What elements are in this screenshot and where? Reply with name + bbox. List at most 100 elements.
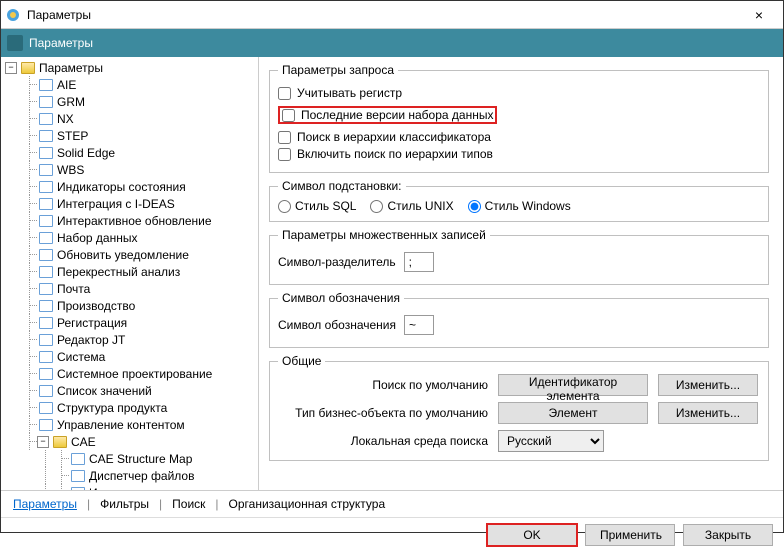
symbol-group: Символ обозначения Символ обозначения: [269, 291, 769, 348]
folder-icon: [71, 470, 85, 482]
tree-node[interactable]: Список значений: [5, 382, 258, 399]
checkbox-types[interactable]: Включить поиск по иерархии типов: [278, 147, 760, 161]
tree-node-label: NX: [57, 112, 74, 126]
folder-icon: [39, 198, 53, 210]
bo-type-button[interactable]: Элемент: [498, 402, 648, 424]
checkbox-types-input[interactable]: [278, 148, 291, 161]
tree-node[interactable]: Solid Edge: [5, 144, 258, 161]
checkbox-case-input[interactable]: [278, 87, 291, 100]
tree-node[interactable]: CAE Structure Map: [5, 450, 258, 467]
folder-icon: [39, 334, 53, 346]
tree-node[interactable]: Почта: [5, 280, 258, 297]
checkbox-latest-input[interactable]: [282, 109, 295, 122]
tree-cae-label: CAE: [71, 435, 96, 449]
bottom-tabs: Параметры| Фильтры| Поиск| Организационн…: [1, 490, 783, 517]
tree-node[interactable]: Системное проектирование: [5, 365, 258, 382]
folder-icon: [39, 79, 53, 91]
folder-icon: [39, 283, 53, 295]
tree-node[interactable]: NX: [5, 110, 258, 127]
close-button[interactable]: Закрыть: [683, 524, 773, 546]
tree-node-label: Обновить уведомление: [57, 248, 189, 262]
checkbox-classifier[interactable]: Поиск в иерархии классификатора: [278, 130, 760, 144]
symbol-legend: Символ обозначения: [278, 291, 404, 305]
sep-input[interactable]: [404, 252, 434, 272]
tree-node[interactable]: AIE: [5, 76, 258, 93]
checkbox-classifier-input[interactable]: [278, 131, 291, 144]
general-legend: Общие: [278, 354, 325, 368]
tree-node[interactable]: Управление контентом: [5, 416, 258, 433]
tree-node[interactable]: Набор данных: [5, 229, 258, 246]
tree-node-label: Интерактивное обновление: [57, 214, 212, 228]
tree-node[interactable]: Интеграция с I-DEAS: [5, 195, 258, 212]
tree-node-label: Диспетчер файлов: [89, 469, 194, 483]
folder-icon: [39, 317, 53, 329]
subheader-title: Параметры: [29, 36, 93, 50]
tab-org[interactable]: Организационная структура: [227, 497, 388, 511]
multi-legend: Параметры множественных записей: [278, 228, 490, 242]
window-title: Параметры: [27, 8, 739, 22]
tree-node[interactable]: WBS: [5, 161, 258, 178]
checkbox-latest[interactable]: Последние версии набора данных: [278, 106, 497, 124]
app-icon: [5, 7, 21, 23]
tree-node[interactable]: Производство: [5, 297, 258, 314]
folder-icon: [21, 62, 35, 74]
tree-root-node[interactable]: − Параметры: [5, 59, 258, 76]
close-button[interactable]: ×: [739, 7, 779, 23]
tree-node[interactable]: Редактор JT: [5, 331, 258, 348]
apply-button[interactable]: Применить: [585, 524, 675, 546]
tree-node-cae[interactable]: − CAE: [5, 433, 258, 450]
tree-scroll[interactable]: − Параметры AIEGRM NXSTEP Solid EdgeWBSИнд…: [1, 57, 258, 490]
symbol-label: Символ обозначения: [278, 318, 396, 332]
tree-node[interactable]: Регистрация: [5, 314, 258, 331]
collapse-icon[interactable]: −: [5, 62, 17, 74]
change-bo-button[interactable]: Изменить...: [658, 402, 758, 424]
tab-search[interactable]: Поиск: [170, 497, 207, 511]
tree-node[interactable]: Перекрестный анализ: [5, 263, 258, 280]
tree-node-label: Набор данных: [57, 231, 137, 245]
tree-node[interactable]: Инспектор: [5, 484, 258, 490]
tab-filters[interactable]: Фильтры: [98, 497, 151, 511]
tab-params[interactable]: Параметры: [11, 497, 79, 511]
query-params-group: Параметры запроса Учитывать регистр Посл…: [269, 63, 769, 173]
checkbox-latest-label: Последние версии набора данных: [301, 108, 493, 122]
tree-node-label: Редактор JT: [57, 333, 125, 347]
locale-select[interactable]: Русский: [498, 430, 604, 452]
ok-button[interactable]: OK: [487, 524, 577, 546]
gear-icon: [7, 35, 23, 51]
collapse-icon[interactable]: −: [37, 436, 49, 448]
query-legend: Параметры запроса: [278, 63, 398, 77]
tree-node[interactable]: Система: [5, 348, 258, 365]
wildcard-legend: Символ подстановки:: [278, 179, 406, 193]
tree-node[interactable]: Обновить уведомление: [5, 246, 258, 263]
tree-node-label: Производство: [57, 299, 135, 313]
symbol-input[interactable]: [404, 315, 434, 335]
locale-label: Локальная среда поиска: [278, 434, 488, 448]
folder-icon: [71, 453, 85, 465]
folder-icon: [39, 419, 53, 431]
default-search-button[interactable]: Идентификатор элемента: [498, 374, 648, 396]
radio-sql[interactable]: Стиль SQL: [278, 199, 356, 213]
tree-node[interactable]: Структура продукта: [5, 399, 258, 416]
folder-icon: [39, 113, 53, 125]
tree-node-label: Список значений: [57, 384, 152, 398]
tree-node-label: Системное проектирование: [57, 367, 212, 381]
folder-icon: [71, 487, 85, 491]
radio-unix[interactable]: Стиль UNIX: [370, 199, 453, 213]
change-search-button[interactable]: Изменить...: [658, 374, 758, 396]
right-pane: Параметры запроса Учитывать регистр Посл…: [259, 57, 783, 490]
tree-node-label: Solid Edge: [57, 146, 115, 160]
tree-node[interactable]: Индикаторы состояния: [5, 178, 258, 195]
folder-icon: [39, 164, 53, 176]
tree-node[interactable]: STEP: [5, 127, 258, 144]
radio-windows[interactable]: Стиль Windows: [468, 199, 571, 213]
tree-node-label: CAE Structure Map: [89, 452, 192, 466]
wildcard-group: Символ подстановки: Стиль SQL Стиль UNIX…: [269, 179, 769, 222]
tree-root-label: Параметры: [39, 61, 103, 75]
checkbox-classifier-label: Поиск в иерархии классификатора: [297, 130, 491, 144]
general-group: Общие Поиск по умолчанию Идентификатор э…: [269, 354, 769, 461]
tree-node[interactable]: Диспетчер файлов: [5, 467, 258, 484]
folder-icon: [39, 147, 53, 159]
tree-node[interactable]: Интерактивное обновление: [5, 212, 258, 229]
checkbox-case[interactable]: Учитывать регистр: [278, 86, 760, 100]
tree-node[interactable]: GRM: [5, 93, 258, 110]
